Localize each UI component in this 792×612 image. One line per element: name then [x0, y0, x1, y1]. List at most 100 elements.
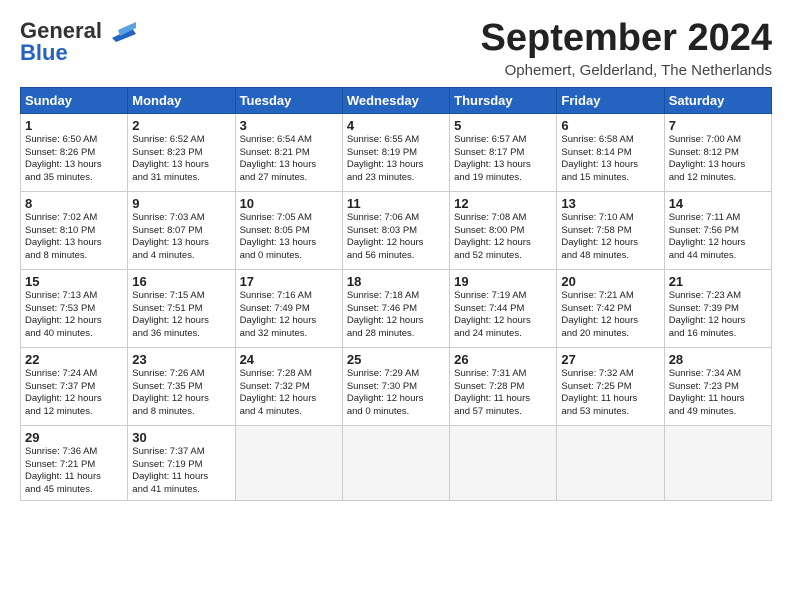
table-row: 23Sunrise: 7:26 AM Sunset: 7:35 PM Dayli…: [128, 347, 235, 425]
table-row: 30Sunrise: 7:37 AM Sunset: 7:19 PM Dayli…: [128, 425, 235, 500]
calendar-table: Sunday Monday Tuesday Wednesday Thursday…: [20, 87, 772, 501]
header-monday: Monday: [128, 87, 235, 113]
table-row: 4Sunrise: 6:55 AM Sunset: 8:19 PM Daylig…: [342, 113, 449, 191]
day-number: 15: [25, 274, 123, 289]
table-row: 25Sunrise: 7:29 AM Sunset: 7:30 PM Dayli…: [342, 347, 449, 425]
table-row: 2Sunrise: 6:52 AM Sunset: 8:23 PM Daylig…: [128, 113, 235, 191]
day-number: 21: [669, 274, 767, 289]
header-saturday: Saturday: [664, 87, 771, 113]
day-number: 28: [669, 352, 767, 367]
day-info: Sunrise: 7:13 AM Sunset: 7:53 PM Dayligh…: [25, 290, 123, 341]
table-row: 29Sunrise: 7:36 AM Sunset: 7:21 PM Dayli…: [21, 425, 128, 500]
title-area: September 2024 Ophemert, Gelderland, The…: [481, 18, 773, 79]
day-number: 10: [240, 196, 338, 211]
day-info: Sunrise: 6:54 AM Sunset: 8:21 PM Dayligh…: [240, 134, 338, 185]
day-info: Sunrise: 7:02 AM Sunset: 8:10 PM Dayligh…: [25, 212, 123, 263]
day-number: 25: [347, 352, 445, 367]
day-number: 27: [561, 352, 659, 367]
table-row: [235, 425, 342, 500]
logo-icon: [104, 20, 136, 42]
table-row: 20Sunrise: 7:21 AM Sunset: 7:42 PM Dayli…: [557, 269, 664, 347]
calendar-header-row: Sunday Monday Tuesday Wednesday Thursday…: [21, 87, 772, 113]
table-row: 22Sunrise: 7:24 AM Sunset: 7:37 PM Dayli…: [21, 347, 128, 425]
day-number: 29: [25, 430, 123, 445]
table-row: 12Sunrise: 7:08 AM Sunset: 8:00 PM Dayli…: [450, 191, 557, 269]
day-number: 24: [240, 352, 338, 367]
location: Ophemert, Gelderland, The Netherlands: [481, 62, 773, 79]
day-number: 3: [240, 118, 338, 133]
page: General Blue September 2024 Ophemert, Ge…: [0, 0, 792, 511]
table-row: [664, 425, 771, 500]
table-row: 26Sunrise: 7:31 AM Sunset: 7:28 PM Dayli…: [450, 347, 557, 425]
table-row: 21Sunrise: 7:23 AM Sunset: 7:39 PM Dayli…: [664, 269, 771, 347]
day-number: 1: [25, 118, 123, 133]
table-row: 8Sunrise: 7:02 AM Sunset: 8:10 PM Daylig…: [21, 191, 128, 269]
day-info: Sunrise: 7:06 AM Sunset: 8:03 PM Dayligh…: [347, 212, 445, 263]
day-number: 6: [561, 118, 659, 133]
header-friday: Friday: [557, 87, 664, 113]
day-info: Sunrise: 7:28 AM Sunset: 7:32 PM Dayligh…: [240, 368, 338, 419]
day-number: 7: [669, 118, 767, 133]
day-info: Sunrise: 7:37 AM Sunset: 7:19 PM Dayligh…: [132, 446, 230, 497]
day-number: 11: [347, 196, 445, 211]
table-row: 6Sunrise: 6:58 AM Sunset: 8:14 PM Daylig…: [557, 113, 664, 191]
day-info: Sunrise: 6:55 AM Sunset: 8:19 PM Dayligh…: [347, 134, 445, 185]
day-info: Sunrise: 7:21 AM Sunset: 7:42 PM Dayligh…: [561, 290, 659, 341]
day-info: Sunrise: 7:26 AM Sunset: 7:35 PM Dayligh…: [132, 368, 230, 419]
day-info: Sunrise: 7:23 AM Sunset: 7:39 PM Dayligh…: [669, 290, 767, 341]
table-row: [342, 425, 449, 500]
header-thursday: Thursday: [450, 87, 557, 113]
table-row: 18Sunrise: 7:18 AM Sunset: 7:46 PM Dayli…: [342, 269, 449, 347]
table-row: 3Sunrise: 6:54 AM Sunset: 8:21 PM Daylig…: [235, 113, 342, 191]
day-number: 18: [347, 274, 445, 289]
table-row: 13Sunrise: 7:10 AM Sunset: 7:58 PM Dayli…: [557, 191, 664, 269]
day-number: 2: [132, 118, 230, 133]
header-wednesday: Wednesday: [342, 87, 449, 113]
day-info: Sunrise: 7:08 AM Sunset: 8:00 PM Dayligh…: [454, 212, 552, 263]
day-number: 13: [561, 196, 659, 211]
day-number: 4: [347, 118, 445, 133]
day-info: Sunrise: 7:03 AM Sunset: 8:07 PM Dayligh…: [132, 212, 230, 263]
header-tuesday: Tuesday: [235, 87, 342, 113]
month-title: September 2024: [481, 18, 773, 60]
day-number: 30: [132, 430, 230, 445]
day-number: 16: [132, 274, 230, 289]
day-info: Sunrise: 6:57 AM Sunset: 8:17 PM Dayligh…: [454, 134, 552, 185]
header-sunday: Sunday: [21, 87, 128, 113]
logo: General Blue: [20, 18, 136, 66]
header: General Blue September 2024 Ophemert, Ge…: [20, 18, 772, 79]
day-info: Sunrise: 7:18 AM Sunset: 7:46 PM Dayligh…: [347, 290, 445, 341]
day-info: Sunrise: 7:19 AM Sunset: 7:44 PM Dayligh…: [454, 290, 552, 341]
day-info: Sunrise: 6:58 AM Sunset: 8:14 PM Dayligh…: [561, 134, 659, 185]
table-row: 17Sunrise: 7:16 AM Sunset: 7:49 PM Dayli…: [235, 269, 342, 347]
day-info: Sunrise: 7:16 AM Sunset: 7:49 PM Dayligh…: [240, 290, 338, 341]
table-row: 10Sunrise: 7:05 AM Sunset: 8:05 PM Dayli…: [235, 191, 342, 269]
table-row: [450, 425, 557, 500]
table-row: 19Sunrise: 7:19 AM Sunset: 7:44 PM Dayli…: [450, 269, 557, 347]
table-row: 16Sunrise: 7:15 AM Sunset: 7:51 PM Dayli…: [128, 269, 235, 347]
day-info: Sunrise: 7:29 AM Sunset: 7:30 PM Dayligh…: [347, 368, 445, 419]
day-info: Sunrise: 6:52 AM Sunset: 8:23 PM Dayligh…: [132, 134, 230, 185]
day-number: 8: [25, 196, 123, 211]
table-row: 28Sunrise: 7:34 AM Sunset: 7:23 PM Dayli…: [664, 347, 771, 425]
day-number: 14: [669, 196, 767, 211]
day-info: Sunrise: 6:50 AM Sunset: 8:26 PM Dayligh…: [25, 134, 123, 185]
day-info: Sunrise: 7:31 AM Sunset: 7:28 PM Dayligh…: [454, 368, 552, 419]
day-number: 5: [454, 118, 552, 133]
table-row: 5Sunrise: 6:57 AM Sunset: 8:17 PM Daylig…: [450, 113, 557, 191]
day-info: Sunrise: 7:24 AM Sunset: 7:37 PM Dayligh…: [25, 368, 123, 419]
day-number: 12: [454, 196, 552, 211]
day-info: Sunrise: 7:10 AM Sunset: 7:58 PM Dayligh…: [561, 212, 659, 263]
day-info: Sunrise: 7:36 AM Sunset: 7:21 PM Dayligh…: [25, 446, 123, 497]
day-info: Sunrise: 7:34 AM Sunset: 7:23 PM Dayligh…: [669, 368, 767, 419]
table-row: [557, 425, 664, 500]
table-row: 27Sunrise: 7:32 AM Sunset: 7:25 PM Dayli…: [557, 347, 664, 425]
table-row: 9Sunrise: 7:03 AM Sunset: 8:07 PM Daylig…: [128, 191, 235, 269]
day-number: 26: [454, 352, 552, 367]
day-number: 19: [454, 274, 552, 289]
table-row: 1Sunrise: 6:50 AM Sunset: 8:26 PM Daylig…: [21, 113, 128, 191]
day-info: Sunrise: 7:11 AM Sunset: 7:56 PM Dayligh…: [669, 212, 767, 263]
day-number: 22: [25, 352, 123, 367]
day-info: Sunrise: 7:05 AM Sunset: 8:05 PM Dayligh…: [240, 212, 338, 263]
table-row: 15Sunrise: 7:13 AM Sunset: 7:53 PM Dayli…: [21, 269, 128, 347]
